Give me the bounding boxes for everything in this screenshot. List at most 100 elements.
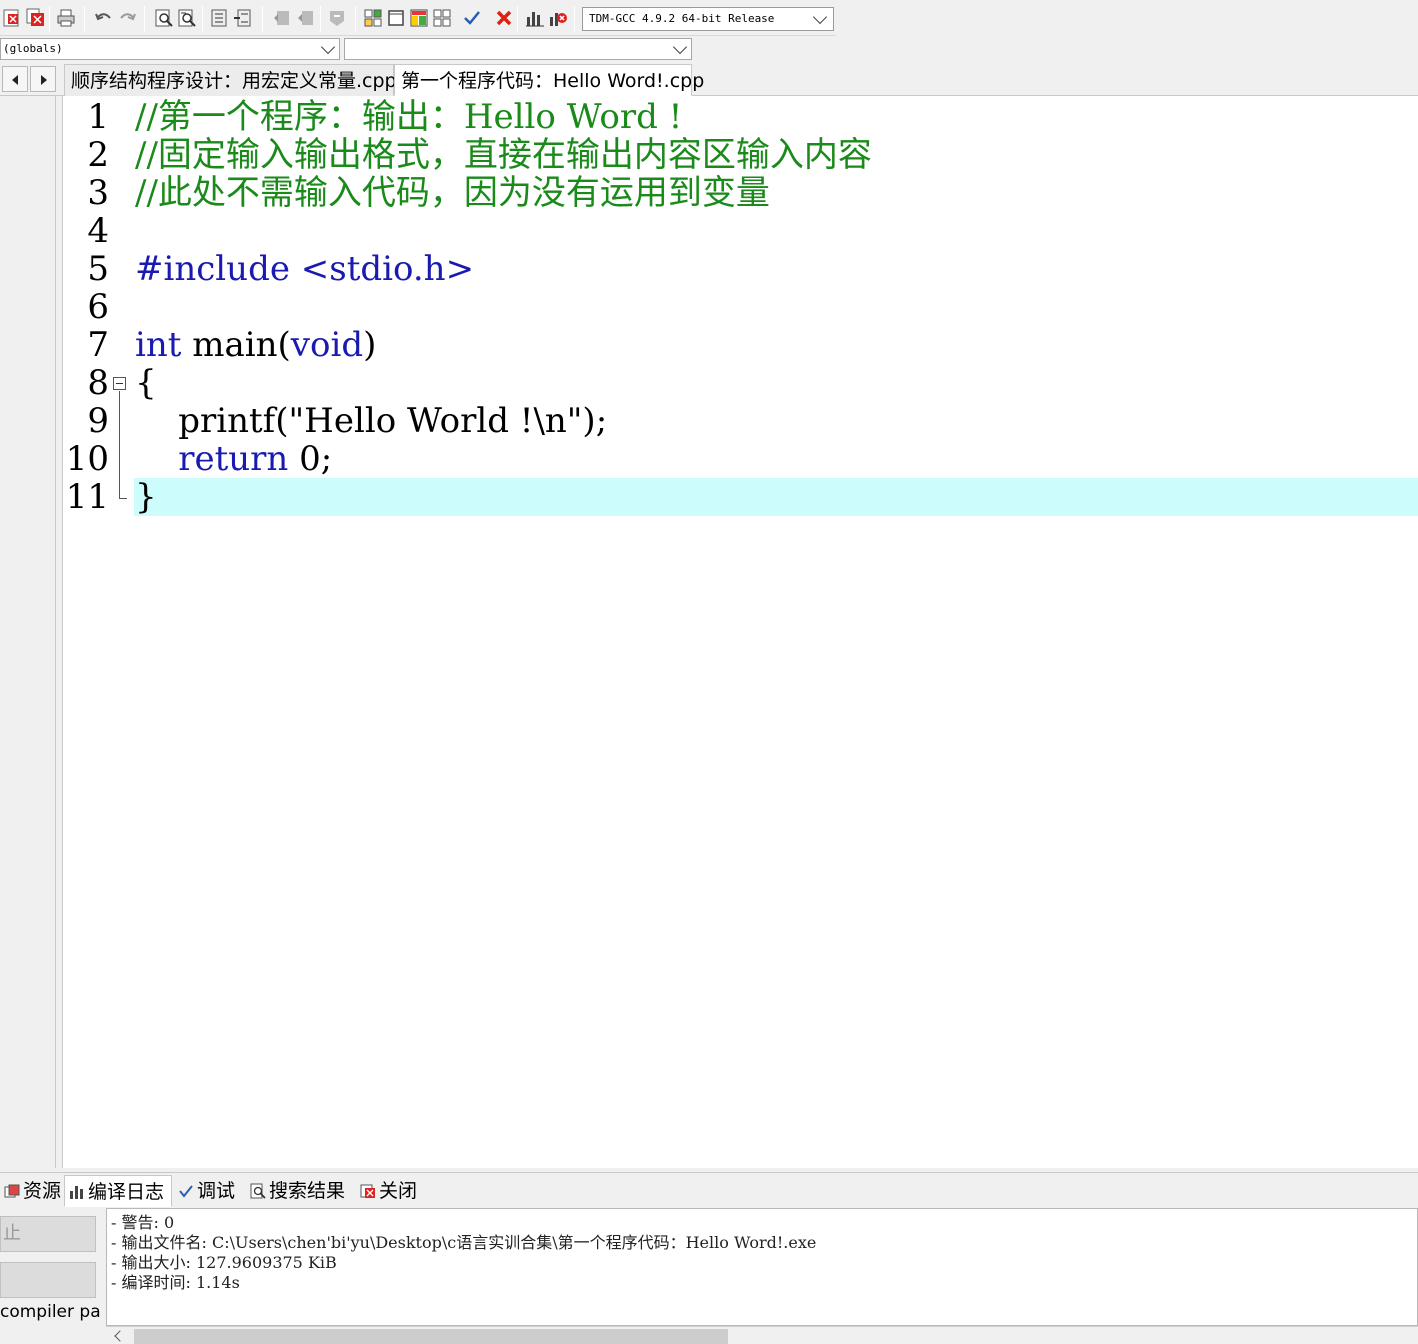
- abort-compile-button[interactable]: 止: [0, 1216, 96, 1252]
- tab-debug[interactable]: 调试: [174, 1175, 244, 1207]
- line-number: 6: [87, 287, 109, 327]
- code-token: #include <stdio.h>: [135, 249, 475, 289]
- check-syntax-icon[interactable]: [462, 8, 482, 28]
- compile-log-output[interactable]: - 警告: 0 - 输出文件名: C:\Users\chen'bi'yu\Des…: [106, 1208, 1418, 1326]
- scroll-left-icon[interactable]: [114, 1330, 126, 1342]
- code-line: printf("Hello World !\n");: [135, 402, 607, 440]
- replace-icon[interactable]: [177, 8, 197, 28]
- code-line: return 0;: [135, 440, 332, 478]
- tab-label: 资源: [23, 1180, 62, 1202]
- chevron-down-icon: [812, 9, 828, 25]
- tab-file-macro-constants[interactable]: 顺序结构程序设计：用宏定义常量.cpp: [64, 64, 397, 96]
- scope-select-value: (globals): [3, 42, 63, 55]
- arrow-left-icon: [12, 75, 18, 85]
- tab-compile-log[interactable]: 编译日志: [64, 1175, 172, 1207]
- code-token: void: [290, 325, 364, 365]
- find-icon[interactable]: [154, 8, 174, 28]
- shorten-path-button[interactable]: [0, 1262, 96, 1298]
- fold-guide-line: [119, 391, 120, 499]
- chevron-down-icon: [320, 39, 336, 55]
- arrow-right-icon: [41, 75, 47, 85]
- scrollbar-thumb[interactable]: [134, 1329, 728, 1344]
- code-line: {: [135, 364, 157, 402]
- code-editor[interactable]: 1 //第一个程序：输出：Hello Word ! 2 //固定输入输出格式，直接在输…: [62, 96, 1418, 1168]
- line-number: 8: [87, 363, 109, 403]
- log-line: - 输出大小: 127.9609375 KiB: [111, 1253, 337, 1272]
- tab-label: 调试: [197, 1180, 236, 1202]
- code-token: //第一个程序：输出：Hello Word !: [135, 97, 683, 137]
- indent-icon[interactable]: [209, 8, 229, 28]
- code-line: }: [135, 478, 157, 516]
- code-line: //第一个程序：输出：Hello Word !: [135, 98, 682, 136]
- compile-log-icon: [70, 1186, 83, 1199]
- line-number: 4: [87, 211, 109, 251]
- bottom-panel-tabs: 资源 编译日志 调试 搜索结果 关闭: [0, 1172, 1418, 1208]
- code-token: int: [135, 325, 182, 365]
- current-line-highlight: [134, 478, 1418, 516]
- code-token: return: [178, 439, 289, 479]
- code-token: ): [363, 325, 377, 365]
- search-results-icon: [250, 1183, 266, 1199]
- profile-icon[interactable]: [548, 8, 568, 28]
- tab-resources[interactable]: 资源: [0, 1175, 62, 1207]
- line-number: 11: [65, 477, 109, 517]
- goto-next-icon[interactable]: [295, 8, 315, 28]
- undo-icon[interactable]: [94, 8, 114, 28]
- code-token: }: [135, 477, 157, 517]
- grid-icon[interactable]: [432, 8, 452, 28]
- code-token: //此处不需输入代码，因为没有运用到变量: [135, 173, 770, 213]
- close-file-icon[interactable]: [2, 8, 22, 28]
- close-all-icon[interactable]: [26, 8, 46, 28]
- goto-prev-icon[interactable]: [272, 8, 292, 28]
- code-token: 0;: [288, 439, 333, 479]
- fold-collapse-icon[interactable]: [113, 377, 126, 390]
- tab-search-results[interactable]: 搜索结果: [246, 1175, 354, 1207]
- main-toolbar: TDM-GCC 4.9.2 64-bit Release: [0, 0, 836, 36]
- code-line: //此处不需输入代码，因为没有运用到变量: [135, 174, 770, 212]
- project-browser-panel: [0, 96, 56, 1168]
- member-select[interactable]: [344, 38, 692, 60]
- print-icon[interactable]: [56, 8, 76, 28]
- bookmark-icon[interactable]: [327, 8, 347, 28]
- tab-scroll-left-button[interactable]: [2, 66, 28, 92]
- tab-close-panel[interactable]: 关闭: [356, 1175, 424, 1207]
- line-number: 3: [87, 173, 109, 213]
- resource-icon: [4, 1184, 20, 1198]
- code-token: printf("Hello World !\n");: [135, 401, 608, 441]
- new-project-icon[interactable]: [363, 8, 383, 28]
- editor-tab-bar: 顺序结构程序设计：用宏定义常量.cpp 第一个程序代码：Hello Word!.…: [0, 62, 1418, 96]
- compiler-select[interactable]: TDM-GCC 4.9.2 64-bit Release: [582, 7, 834, 31]
- code-token: {: [135, 363, 157, 403]
- close-panel-icon: [360, 1184, 375, 1198]
- line-number: 10: [65, 439, 109, 479]
- redo-icon[interactable]: [117, 8, 137, 28]
- log-horizontal-scrollbar[interactable]: [106, 1326, 1418, 1344]
- line-number: 1: [87, 97, 109, 137]
- tab-scroll-right-button[interactable]: [30, 66, 56, 92]
- line-number: 2: [87, 135, 109, 175]
- unindent-icon[interactable]: [232, 8, 252, 28]
- tab-file-hello-word[interactable]: 第一个程序代码：Hello Word!.cpp: [394, 64, 704, 96]
- abort-compile-label: 止: [3, 1223, 21, 1244]
- line-number: 7: [87, 325, 109, 365]
- code-token: main(: [181, 325, 291, 365]
- fold-guide-end: [119, 498, 127, 499]
- compiler-select-value: TDM-GCC 4.9.2 64-bit Release: [589, 12, 775, 25]
- tab-label: 搜索结果: [269, 1180, 346, 1202]
- chart-icon[interactable]: [525, 8, 545, 28]
- log-line: - 警告: 0: [111, 1213, 175, 1232]
- scope-select[interactable]: (globals): [0, 38, 340, 60]
- layout-icon[interactable]: [409, 8, 429, 28]
- debug-icon: [179, 1185, 193, 1198]
- log-line: - 编译时间: 1.14s: [111, 1273, 240, 1292]
- tab-label: 顺序结构程序设计：用宏定义常量.cpp: [71, 70, 397, 92]
- tab-label: 第一个程序代码：Hello Word!.cpp: [401, 70, 705, 92]
- compile-log-sidebar: 止: [0, 1208, 106, 1344]
- line-number: 9: [87, 401, 109, 441]
- view-window-icon[interactable]: [386, 8, 406, 28]
- tab-label: 关闭: [379, 1180, 418, 1202]
- tab-label: 编译日志: [88, 1181, 165, 1203]
- code-line: int main(void): [135, 326, 376, 364]
- stop-icon[interactable]: [494, 8, 514, 28]
